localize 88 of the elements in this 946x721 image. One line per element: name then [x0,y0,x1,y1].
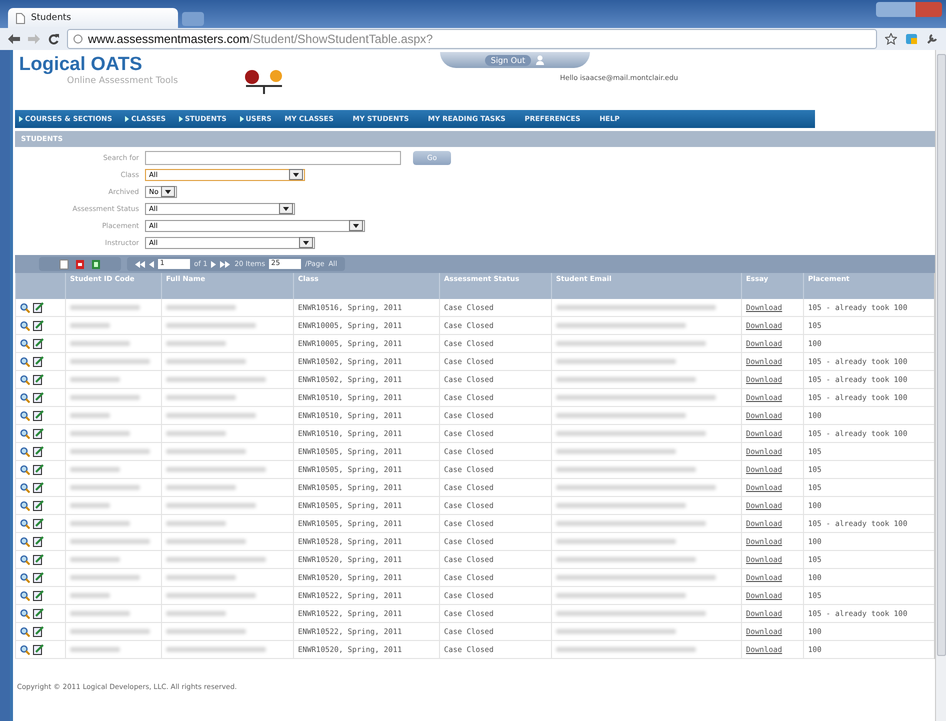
edit-icon[interactable] [33,302,44,313]
star-icon[interactable] [885,33,897,45]
blurred-text [70,557,120,562]
edit-icon[interactable] [33,374,44,385]
blurred-text [166,521,226,526]
search-icon[interactable] [20,392,30,402]
blurred-text [70,521,130,526]
edit-icon[interactable] [33,626,44,637]
blurred-text [166,395,236,400]
back-icon[interactable] [8,34,20,44]
search-icon[interactable] [20,464,30,474]
logo-title: Logical OATS [19,54,144,76]
blurred-text [166,575,236,580]
search-icon[interactable] [20,518,30,528]
first-page-icon[interactable] [135,260,145,268]
arrow-icon [19,116,23,122]
previous-page-icon[interactable] [149,260,154,268]
address-bar[interactable]: www.assessmentmasters.com/Student/ShowStudentTable.aspx? [67,29,877,49]
browser-tab[interactable]: Students [8,8,178,28]
blurred-text [70,593,110,598]
arrow-icon [178,116,183,122]
blurred-text [70,503,110,508]
edit-icon[interactable] [33,392,44,403]
blurred-text [70,305,140,310]
search-icon[interactable] [20,536,30,546]
edit-icon[interactable] [33,356,44,367]
blurred-text [70,431,130,436]
search-icon[interactable] [20,500,30,510]
blurred-text [166,485,236,490]
search-icon[interactable] [20,446,30,456]
arrow-icon [125,116,130,122]
column-header [15,273,65,299]
edit-icon[interactable] [33,428,44,439]
search-icon[interactable] [20,410,30,420]
blurred-text [70,377,120,382]
blurred-text [70,323,110,328]
search-icon[interactable] [20,554,30,564]
edit-icon[interactable] [33,536,44,547]
edit-icon[interactable] [33,590,44,601]
edit-icon[interactable] [33,320,44,331]
search-icon[interactable] [20,590,30,600]
search-icon[interactable] [20,644,30,654]
blurred-text [70,395,140,400]
search-icon[interactable] [20,320,30,330]
search-field[interactable] [145,150,401,164]
edit-icon[interactable] [33,446,44,457]
spreadsheet-icon[interactable] [91,258,101,270]
reload-icon[interactable] [48,34,59,44]
search-icon[interactable] [20,608,30,618]
search-icon[interactable] [20,374,30,384]
blurred-text [70,485,140,490]
edit-icon[interactable] [33,518,44,529]
edit-icon[interactable] [33,500,44,511]
user-icon [535,55,546,65]
search-icon[interactable] [20,338,30,348]
search-icon[interactable] [20,626,30,636]
edit-icon[interactable] [33,482,44,493]
wrench-icon[interactable] [926,33,938,45]
blurred-text [70,467,120,472]
next-page-icon[interactable] [211,260,216,268]
edit-icon[interactable] [33,608,44,619]
search-icon[interactable] [20,302,30,312]
edit-icon[interactable] [33,572,44,583]
arrow-icon [240,116,244,122]
blurred-text [70,647,120,652]
edit-icon[interactable] [33,410,44,421]
edit-icon[interactable] [33,464,44,475]
blurred-text [70,611,130,616]
blurred-text [166,341,226,346]
pdf-icon[interactable] [75,258,85,270]
scrollbar-thumb[interactable] [936,54,946,656]
search-icon[interactable] [20,572,30,582]
search-icon[interactable] [20,482,30,492]
document-icon[interactable] [59,258,69,270]
blurred-text [166,305,236,310]
logo-subtitle: Online Assessment Tools [67,76,178,86]
last-page-icon[interactable] [220,260,230,268]
blurred-text [70,413,110,418]
blurred-text [166,431,226,436]
blurred-text [70,341,130,346]
edit-icon[interactable] [33,644,44,655]
blurred-text [70,575,140,580]
search-icon[interactable] [20,356,30,366]
blurred-text [166,611,226,616]
search-icon[interactable] [20,428,30,438]
page-icon [16,12,25,24]
edit-icon[interactable] [33,554,44,565]
edit-icon[interactable] [33,338,44,349]
